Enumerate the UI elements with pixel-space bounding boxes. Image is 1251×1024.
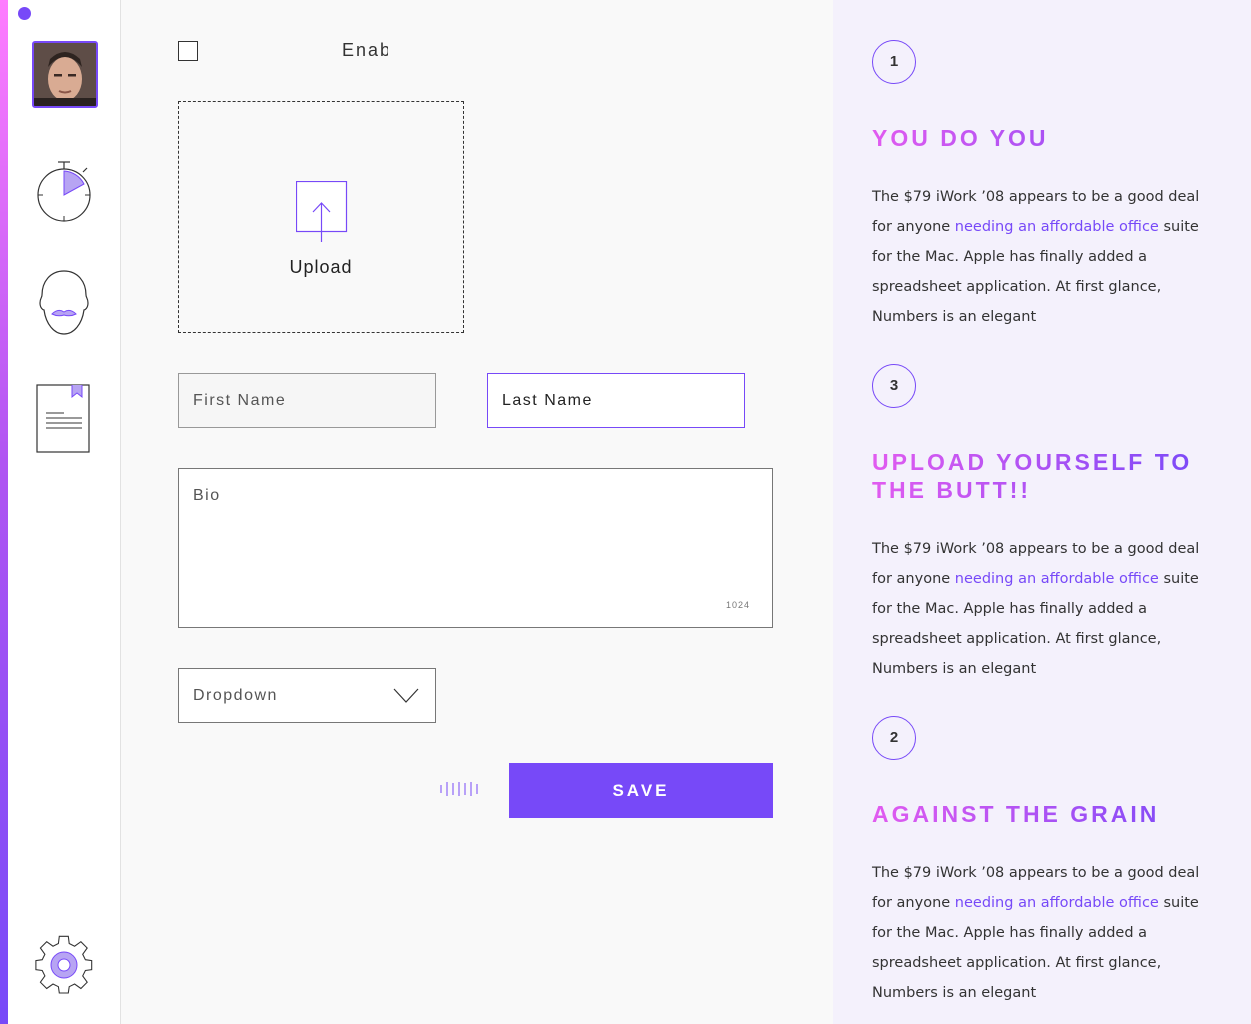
step-number: 2: [872, 716, 916, 760]
dropdown-label: Dropdown: [193, 687, 278, 704]
avatar[interactable]: [32, 41, 98, 108]
gear-icon[interactable]: [32, 933, 96, 1003]
first-name-input[interactable]: First Name: [178, 373, 436, 428]
sidebar-gradient-bar: [0, 0, 8, 1024]
step-body: The $79 iWork ’08 appears to be a good d…: [872, 534, 1212, 684]
document-bookmark-icon[interactable]: [32, 384, 96, 454]
step-number: 3: [872, 364, 916, 408]
bio-textarea[interactable]: Bio 1024: [178, 468, 773, 628]
chevron-down-icon: [393, 688, 419, 703]
enable-checkbox[interactable]: [178, 41, 198, 61]
profile-form: Enab Upload First Name Last Name Bio 102…: [121, 0, 833, 1024]
step-title: AGAINST THE GRAIN: [872, 800, 1212, 828]
face-mustache-icon[interactable]: [32, 268, 96, 338]
step-card: 3 UPLOAD YOURSELF TO THE BUTT!! The $79 …: [872, 364, 1212, 684]
step-body: The $79 iWork ’08 appears to be a good d…: [872, 858, 1212, 1008]
step-body: The $79 iWork ’08 appears to be a good d…: [872, 182, 1212, 332]
upload-dropzone[interactable]: Upload: [178, 101, 464, 333]
loading-bars-icon: [440, 782, 478, 796]
sidebar: [0, 0, 121, 1024]
avatar-portrait: [34, 43, 96, 106]
step-body-link[interactable]: needing an affordable office: [955, 219, 1159, 235]
stopwatch-icon[interactable]: [32, 158, 96, 228]
upload-arrow-icon: [296, 181, 348, 242]
step-body-link[interactable]: needing an affordable office: [955, 895, 1159, 911]
step-card: 2 AGAINST THE GRAIN The $79 iWork ’08 ap…: [872, 716, 1212, 1008]
step-number: 1: [872, 40, 916, 84]
step-card: 1 YOU DO YOU The $79 iWork ’08 appears t…: [872, 40, 1212, 332]
step-body-link[interactable]: needing an affordable office: [955, 571, 1159, 587]
steps-panel: 1 YOU DO YOU The $79 iWork ’08 appears t…: [833, 0, 1251, 1024]
bio-char-count: 1024: [725, 600, 750, 610]
dropdown-select[interactable]: Dropdown: [178, 668, 436, 723]
step-title: YOU DO YOU: [872, 124, 1212, 152]
bio-placeholder: Bio: [193, 487, 221, 504]
enable-checkbox-label: Enab: [342, 40, 388, 60]
last-name-input[interactable]: Last Name: [487, 373, 745, 428]
save-button[interactable]: SAVE: [509, 763, 773, 818]
upload-label: Upload: [289, 257, 353, 277]
step-title: UPLOAD YOURSELF TO THE BUTT!!: [872, 448, 1212, 504]
status-dot: [18, 7, 31, 20]
